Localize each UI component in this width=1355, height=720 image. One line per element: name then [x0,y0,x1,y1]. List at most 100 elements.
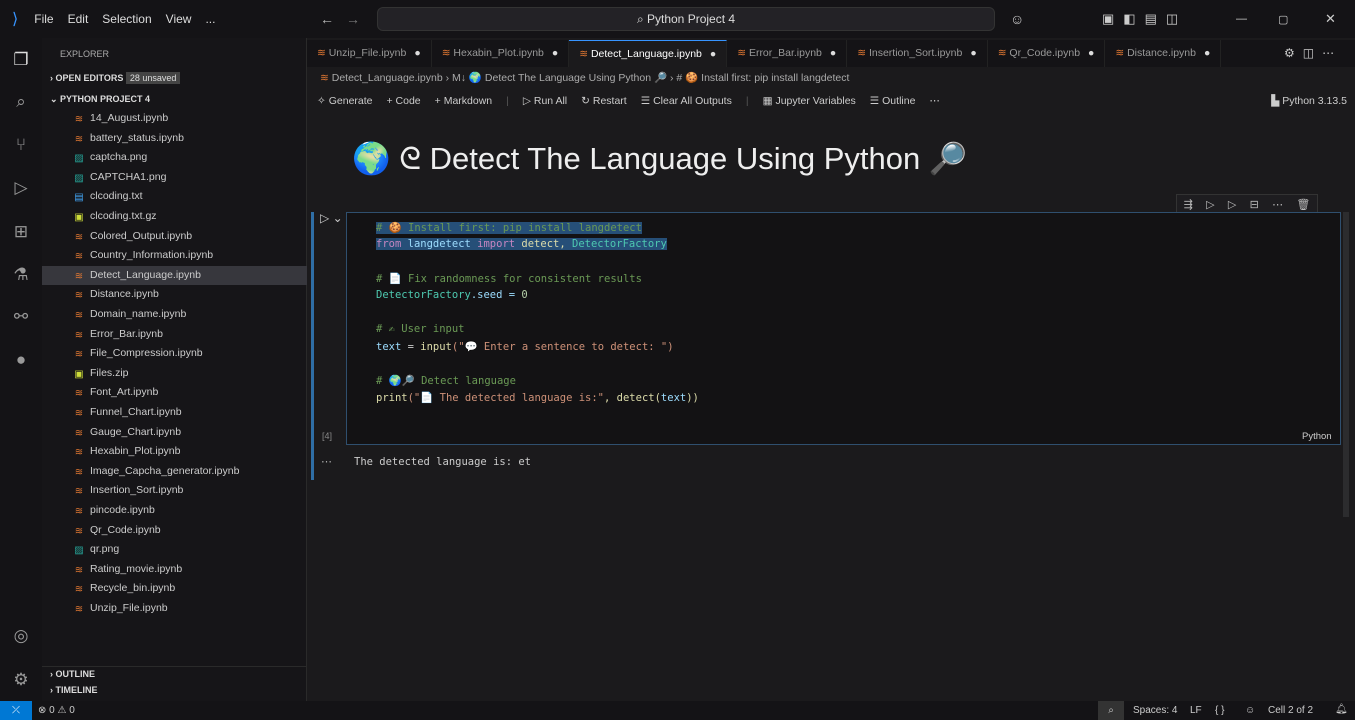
restore-button[interactable]: ▢ [1278,13,1288,26]
add-markdown-button[interactable]: + Markdown [435,95,492,107]
run-cell-button[interactable]: ▷ ⌄ [320,211,343,225]
file-item[interactable]: ≋ Funnel_Chart.ipynb [42,403,307,422]
search-icon[interactable]: ⌕ [9,90,33,114]
tab[interactable]: ≋ Detect_Language.ipynb ● [569,40,728,67]
notifications-bell-icon[interactable]: 🔔︎ [1335,704,1348,715]
cell-language[interactable]: Python [1302,431,1332,442]
menu-file[interactable]: File [34,12,53,26]
tab[interactable]: ≋ Qr_Code.ipynb ● [988,40,1106,67]
settings-gear-icon[interactable]: ⚙ [9,668,33,692]
breadcrumb-heading[interactable]: M↓ 🌍 Detect The Language Using Python 🔎 [452,72,667,84]
file-item[interactable]: ≋ Error_Bar.ipynb [42,325,307,344]
unsaved-dot-icon[interactable]: ● [1204,47,1210,59]
zoom-icon[interactable]: ⌕ [1098,701,1124,720]
file-item[interactable]: ▣ Files.zip [42,364,307,383]
file-item[interactable]: ≋ 14_August.ipynb [42,109,307,128]
file-item[interactable]: ≋ Domain_name.ipynb [42,305,307,324]
file-item[interactable]: ≋ Detect_Language.ipynb [42,265,307,285]
jupyter-icon[interactable]: ● [9,348,33,372]
explorer-icon[interactable]: ❐ [9,48,33,72]
file-item[interactable]: ≋ battery_status.ipynb [42,129,307,148]
file-item[interactable]: ≋ Image_Capcha_generator.ipynb [42,462,307,481]
outline-button[interactable]: ☰ Outline [870,95,916,107]
split-editor-icon[interactable]: ⚙◫⋯ [1284,46,1342,60]
file-item[interactable]: ≋ Font_Art.ipynb [42,383,307,402]
tab[interactable]: ≋ Error_Bar.ipynb ● [727,40,848,67]
delete-cell-icon[interactable]: 🗑 [1296,198,1310,211]
file-item[interactable]: ▨ qr.png [42,540,307,559]
file-item[interactable]: ≋ Rating_movie.ipynb [42,560,307,579]
eol[interactable]: LF [1190,705,1202,716]
file-item[interactable]: ≋ pincode.ipynb [42,501,307,520]
minimize-button[interactable]: — [1236,13,1247,25]
file-item[interactable]: ≋ Recycle_bin.ipynb [42,579,307,598]
file-item[interactable]: ≋ Distance.ipynb [42,285,307,304]
copilot-icon[interactable]: ☺ [1010,11,1024,27]
more-actions-icon[interactable]: ⋯ [929,95,940,107]
generate-button[interactable]: ✧ Generate [317,95,373,107]
add-code-button[interactable]: + Code [387,95,421,107]
file-item[interactable]: ≋ Hexabin_Plot.ipynb [42,442,307,461]
file-item[interactable]: ▣ clcoding.txt.gz [42,207,307,226]
tab[interactable]: ≋ Unzip_File.ipynb ● [307,40,432,67]
tab[interactable]: ≋ Distance.ipynb ● [1105,40,1222,67]
language-mode[interactable]: { } [1215,705,1224,716]
project-section[interactable]: ⌄ PYTHON PROJECT 4 [50,94,150,105]
cell-position[interactable]: Cell 2 of 2 [1268,705,1313,716]
jupyter-variables-button[interactable]: ▦ Jupyter Variables [763,95,856,107]
unsaved-dot-icon[interactable]: ● [970,47,976,59]
run-by-line-icon[interactable]: ⇶ [1184,198,1193,211]
file-item[interactable]: ▨ captcha.png [42,148,307,167]
tab[interactable]: ≋ Hexabin_Plot.ipynb ● [432,40,570,67]
unsaved-dot-icon[interactable]: ● [414,47,420,59]
output-more-icon[interactable]: ⋯ [321,455,332,468]
unsaved-dot-icon[interactable]: ● [552,47,558,59]
copilot-status-icon[interactable]: ☺ [1245,705,1255,716]
breadcrumb-file[interactable]: Detect_Language.ipynb [332,72,443,84]
menu-view[interactable]: View [166,12,192,26]
execute-above-icon[interactable]: ▷ [1206,198,1214,211]
file-item[interactable]: ≋ Insertion_Sort.ipynb [42,481,307,500]
accounts-icon[interactable]: ◎ [9,624,33,648]
file-item[interactable]: ≋ Gauge_Chart.ipynb [42,423,307,442]
remote-explorer-icon[interactable]: ⚯ [9,305,33,329]
outline-section[interactable]: › OUTLINE [42,666,307,679]
more-icon[interactable]: ⋯ [1272,198,1283,211]
file-item[interactable]: ▤ clcoding.txt [42,187,307,206]
file-item[interactable]: ≋ Qr_Code.ipynb [42,521,307,540]
timeline-section[interactable]: › TIMELINE [50,685,98,695]
file-item[interactable]: ≋ Unzip_File.ipynb [42,599,307,618]
remote-indicator[interactable]: ⤫ [0,701,32,720]
close-button[interactable]: ✕ [1325,11,1336,27]
restart-button[interactable]: ↻ Restart [581,95,627,107]
source-control-icon[interactable]: ⑂ [9,133,33,157]
testing-icon[interactable]: ⚗ [9,263,33,287]
tab[interactable]: ≋ Insertion_Sort.ipynb ● [847,40,988,67]
unsaved-dot-icon[interactable]: ● [710,48,716,60]
menu-edit[interactable]: Edit [68,12,89,26]
breadcrumb-cell[interactable]: # 🍪 Install first: pip install langdetec… [676,72,849,84]
unsaved-dot-icon[interactable]: ● [1088,47,1094,59]
file-item[interactable]: ≋ Colored_Output.ipynb [42,227,307,246]
extensions-icon[interactable]: ⊞ [9,220,33,244]
kernel-picker[interactable]: ▙ Python 3.13.5 [1271,95,1347,107]
open-editors-section[interactable]: › OPEN EDITORS 28 unsaved [50,72,181,84]
menu-more[interactable]: ... [205,12,215,26]
file-item[interactable]: ≋ File_Compression.ipynb [42,344,307,363]
back-arrow-icon[interactable]: ← [320,11,334,27]
run-all-button[interactable]: ▷ Run All [523,95,567,107]
split-cell-icon[interactable]: ⊟ [1250,198,1259,211]
execute-below-icon[interactable]: ▷ [1228,198,1236,211]
scrollbar[interactable] [1343,212,1349,517]
file-item[interactable]: ≋ Country_Information.ipynb [42,246,307,265]
problems-indicator[interactable]: ⊗ 0 ⚠ 0 [38,705,75,716]
file-item[interactable]: ▨ CAPTCHA1.png [42,168,307,187]
run-debug-icon[interactable]: ▷ [9,176,33,200]
menu-selection[interactable]: Selection [102,12,151,26]
forward-arrow-icon[interactable]: → [346,11,360,27]
command-center-search[interactable]: ⌕ Python Project 4 [377,7,995,31]
layout-icons[interactable]: ▣◧▤◫ [1102,11,1187,27]
clear-outputs-button[interactable]: ☰ Clear All Outputs [641,95,732,107]
indentation[interactable]: Spaces: 4 [1133,705,1177,716]
unsaved-dot-icon[interactable]: ● [830,47,836,59]
